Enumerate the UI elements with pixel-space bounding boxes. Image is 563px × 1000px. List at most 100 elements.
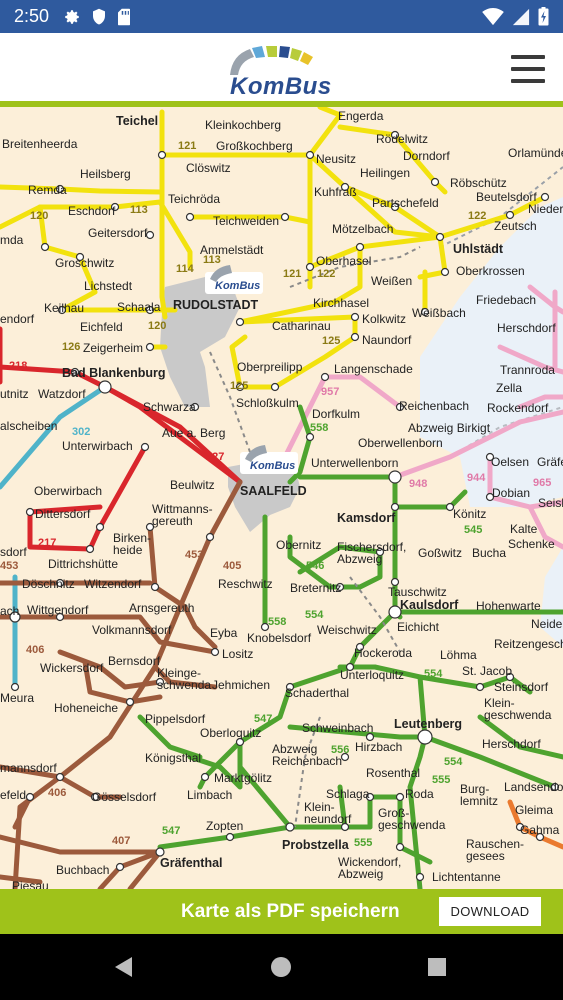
place-label-weissen: Weißen [371, 274, 413, 288]
place-label-hirzbach: Hirzbach [355, 740, 403, 754]
gear-icon [65, 9, 79, 24]
kombus-logo[interactable]: KomBus [222, 45, 342, 101]
place-label-gahma: Gahma [520, 823, 560, 837]
place-label-burglemnitz: Burg- lemnitz [460, 782, 499, 808]
place-label-dobian: Dobian [492, 486, 531, 500]
place-label-kleingeschwenda: Kleinge- schwenda [157, 666, 212, 692]
hamburger-menu-icon[interactable] [511, 55, 545, 83]
place-label-leutenberg: Leutenberg [394, 717, 463, 731]
line-number-n556: 556 [331, 744, 350, 756]
place-label-saalfeld: SAALFELD [240, 484, 307, 498]
place-label-lichtentanne: Lichtentanne [432, 870, 501, 884]
place-label-oberkrossen: Oberkrossen [456, 264, 525, 278]
place-label-steinsdorf: Steinsdorf [494, 680, 549, 694]
back-icon[interactable] [113, 956, 135, 978]
map-canvas[interactable] [0, 107, 563, 889]
place-label-teichweiden: Teichweiden [213, 214, 280, 228]
download-button[interactable]: DOWNLOAD [439, 897, 541, 926]
place-label-catharinau: Catharinau [272, 319, 331, 333]
place-label-dittersdorf: Dittersdorf [35, 507, 91, 521]
place-label-schwarza: Schwarza [143, 400, 196, 414]
place-label-weissbach: Weißbach [412, 306, 466, 320]
place-label-orlamuende: Orlamünde [508, 146, 563, 160]
place-label-oberpreilipp: Oberpreilipp [237, 360, 303, 374]
place-label-obernitz: Obernitz [276, 538, 322, 552]
recents-icon[interactable] [427, 957, 447, 977]
line-number-n126: 126 [62, 341, 81, 353]
place-label-herschdorf-n: Herschdorf [497, 321, 556, 335]
place-label-eyba: Eyba [210, 626, 238, 640]
home-icon[interactable] [270, 956, 292, 978]
network-map[interactable]: KomBus KomBus Teichel Engerda Rödelwitz Orl… [0, 107, 563, 889]
line-number-n217: 217 [38, 537, 57, 549]
place-label-trannroda: Trannroda [500, 363, 555, 377]
place-label-utnitz: utnitz [0, 387, 29, 401]
place-label-graef: Gräfe [537, 455, 563, 469]
place-label-oberwellenborn: Oberwellenborn [358, 436, 443, 450]
place-label-eichfeld: Eichfeld [80, 320, 123, 334]
place-label-graefenthal: Gräfenthal [160, 856, 223, 870]
android-nav-bar [0, 934, 563, 1000]
place-label-schaderthal: Schaderthal [285, 686, 350, 700]
place-label-schaala: Schaala [117, 300, 161, 314]
place-label-herschdorf-s: Herschdorf [482, 737, 541, 751]
line-number-n122b: 122 [317, 268, 336, 280]
place-label-kalte: Kalte [510, 522, 538, 536]
place-label-koenitz: Könitz [453, 507, 487, 521]
place-label-arnsgereuth: Arnsgereuth [129, 601, 195, 615]
place-label-unterwirbach: Unterwirbach [62, 439, 133, 453]
line-number-n965: 965 [533, 477, 552, 489]
pdf-bar: Karte als PDF speichern DOWNLOAD [0, 889, 563, 934]
place-label-wickersdorf: Wickersdorf [40, 661, 104, 675]
place-label-probstzella: Probstzella [282, 838, 349, 852]
place-label-kleingeschwenda2: Klein- geschwenda [484, 696, 552, 722]
place-label-dorfkulm: Dorfkulm [312, 407, 361, 421]
line-number-n545: 545 [464, 524, 483, 536]
place-label-beulwitz: Beulwitz [170, 478, 215, 492]
logo-text: KomBus [230, 73, 332, 100]
place-label-wittgendorf: Wittgendorf [27, 603, 89, 617]
line-number-n122a: 122 [468, 210, 487, 222]
app-header: KomBus [0, 33, 563, 103]
pdf-save-label: Karte als PDF speichern [181, 900, 400, 922]
place-label-schlaga: Schlaga [326, 787, 370, 801]
place-label-mda: mda [0, 233, 24, 247]
place-label-knobelsdorf: Knobelsdorf [247, 631, 312, 645]
place-label-roda: Roda [405, 787, 434, 801]
line-number-n406b: 406 [48, 787, 67, 799]
place-label-oberhasel: Oberhasel [316, 254, 372, 268]
place-label-rockendorf: Rockendorf [487, 401, 549, 415]
place-label-reschwitz: Reschwitz [218, 577, 273, 591]
rudolstadt-area [160, 277, 240, 407]
place-label-kaulsdorf: Kaulsdorf [400, 598, 459, 612]
place-label-kuhfrass: Kuhfraß [314, 185, 357, 199]
line-number-n121b: 121 [283, 268, 302, 280]
line-number-n555b: 555 [354, 837, 373, 849]
place-label-efeld: efeld [0, 788, 27, 802]
place-label-schenke: Schenke [508, 537, 555, 551]
place-label-eschdorf: Eschdorf [68, 204, 116, 218]
line-number-n121a: 121 [178, 140, 197, 152]
place-label-groschwitz: Groschwitz [55, 256, 115, 270]
place-label-weischwitz: Weischwitz [317, 623, 377, 637]
place-label-kamsdorf: Kamsdorf [337, 511, 396, 525]
place-label-reitzengesch: Reitzengesch [494, 637, 563, 651]
line-number-n113b: 113 [203, 254, 221, 266]
place-label-oelsen: Oelsen [491, 455, 530, 469]
place-label-oberwirbach: Oberwirbach [34, 484, 103, 498]
place-label-ach: ach [0, 604, 20, 618]
place-label-gleima: Gleima [515, 803, 554, 817]
place-label-bad-blankenburg: Bad Blankenburg [62, 366, 166, 380]
place-label-landsendorf: Landsendorf [504, 780, 563, 794]
place-label-dorndorf: Dorndorf [403, 149, 450, 163]
line-number-n407: 407 [112, 835, 131, 847]
place-label-abzweig-birkigt: Abzweig Birkigt [408, 421, 491, 435]
place-label-tauschwitz: Tauschwitz [388, 585, 447, 599]
place-label-grosskochberg: Großkochberg [216, 139, 293, 153]
place-label-zella: Zella [496, 381, 523, 395]
place-label-hohenwarte: Hohenwarte [476, 599, 541, 613]
place-label-rosenthal: Rosenthal [366, 766, 421, 780]
place-label-birkenheide: Birken- heide [113, 531, 152, 557]
place-label-fischersdorf: Fischersdorf, Abzweig [337, 540, 407, 566]
place-label-zopten: Zopten [206, 819, 244, 833]
